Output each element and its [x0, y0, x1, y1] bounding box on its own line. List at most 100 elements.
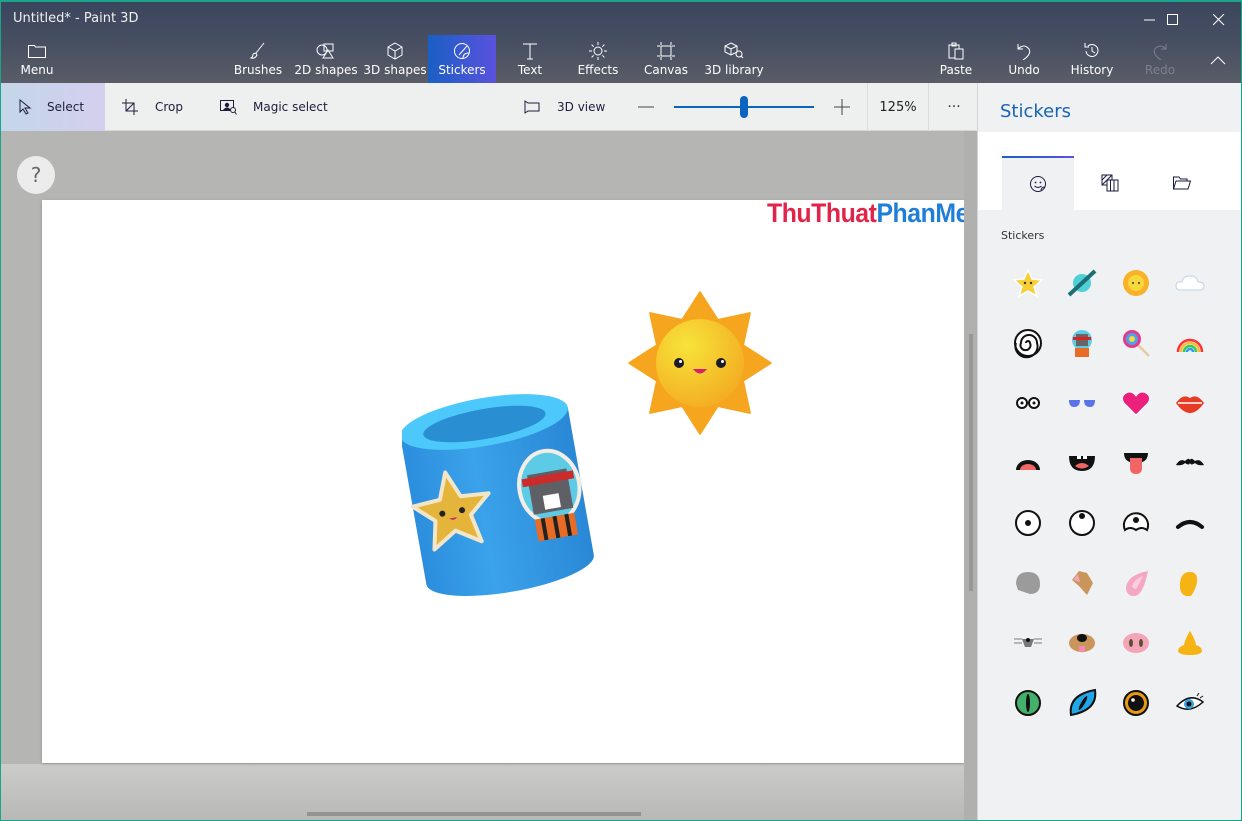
menu-label: Menu: [20, 63, 54, 77]
zoom-in-button[interactable]: [833, 83, 851, 131]
drawing-canvas[interactable]: [42, 200, 964, 763]
sticker-blue-cat-eye[interactable]: [1055, 673, 1109, 733]
sticker-heart[interactable]: [1109, 373, 1163, 433]
select-tool-button[interactable]: Select: [1, 83, 105, 131]
sticker-tongue-mouth[interactable]: [1109, 433, 1163, 493]
redo-button[interactable]: Redo: [1139, 35, 1181, 83]
undo-button[interactable]: Undo: [1003, 35, 1045, 83]
sticker-gray-ear[interactable]: [1001, 553, 1055, 613]
star-icon: [1012, 268, 1044, 298]
sticker-human-nose[interactable]: [1163, 613, 1217, 673]
glasses-icon: [1016, 397, 1040, 409]
3d-cylinder-object[interactable]: [402, 385, 602, 605]
stickers-panel: Stickers Stickers: [977, 83, 1241, 820]
maximize-button[interactable]: [1150, 6, 1196, 34]
sticker-rainbow[interactable]: [1163, 313, 1217, 373]
sticker-eyebrow[interactable]: [1163, 493, 1217, 553]
sticker-human-ear[interactable]: [1163, 553, 1217, 613]
magic-select-icon: [220, 99, 237, 115]
paste-button[interactable]: Paste: [934, 35, 978, 83]
tool-label: Text: [517, 63, 543, 77]
tool-3d-library[interactable]: 3D library: [704, 35, 764, 83]
more-options-button[interactable]: ···: [943, 83, 965, 131]
zoom-out-button[interactable]: [637, 83, 655, 131]
tab-textures[interactable]: [1074, 156, 1146, 210]
sticker-tabs: [978, 132, 1241, 210]
open-mouth-icon: [1016, 460, 1040, 470]
action-label: Paste: [939, 63, 973, 77]
tool-canvas[interactable]: Canvas: [641, 35, 691, 83]
magic-select-button[interactable]: Magic select: [220, 83, 328, 131]
texture-icon: [1101, 174, 1119, 192]
tool-3d-shapes[interactable]: 3D shapes: [363, 35, 427, 83]
tool-label: 2D shapes: [294, 63, 358, 77]
close-button[interactable]: [1196, 6, 1241, 34]
sun-icon: [1123, 270, 1149, 296]
sticker-smile-mouth[interactable]: [1055, 433, 1109, 493]
heart-icon: [1121, 391, 1151, 416]
folder-open-icon: [1173, 176, 1191, 190]
sticker-cloud[interactable]: [1163, 253, 1217, 313]
sticker-sunglasses[interactable]: [1055, 373, 1109, 433]
sticker-eye-up[interactable]: [1055, 493, 1109, 553]
pig-nose-icon: [1123, 633, 1149, 653]
dog-ear-icon: [1072, 571, 1093, 595]
tool-label: Brushes: [233, 63, 283, 77]
vertical-scroll-thumb[interactable]: [969, 334, 973, 591]
sun-sticker-object[interactable]: [619, 282, 781, 444]
cursor-icon: [19, 99, 32, 115]
sticker-eye-center[interactable]: [1001, 493, 1055, 553]
sticker-mustache[interactable]: [1163, 433, 1217, 493]
sticker-dog-ear[interactable]: [1055, 553, 1109, 613]
title-ribbon-bar: Untitled* - Paint 3D Menu Brushes 2D sha…: [1, 2, 1241, 83]
sticker-orange-eye[interactable]: [1109, 673, 1163, 733]
tool-2d-shapes[interactable]: 2D shapes: [294, 35, 358, 83]
collapse-ribbon-button[interactable]: [1195, 46, 1241, 74]
sticker-pink-ear[interactable]: [1109, 553, 1163, 613]
tool-stickers[interactable]: Stickers: [428, 35, 496, 83]
sticker-green-cat-eye[interactable]: [1001, 673, 1055, 733]
minus-icon: [638, 106, 654, 108]
action-label: Undo: [1008, 63, 1040, 77]
sticker-star[interactable]: [1001, 253, 1055, 313]
sticker-icon: [454, 43, 470, 59]
tongue-mouth-icon: [1124, 453, 1148, 474]
horizontal-scroll-thumb[interactable]: [307, 812, 641, 816]
sticker-mouse-nose[interactable]: [1001, 613, 1055, 673]
crop-button[interactable]: Crop: [122, 83, 183, 131]
redo-icon: [1153, 44, 1167, 60]
panel-title: Stickers: [1000, 101, 1072, 122]
sticker-astronaut-cat[interactable]: [1055, 313, 1109, 373]
gray-ear-icon: [1016, 572, 1040, 594]
sticker-blue-eye-lash[interactable]: [1163, 673, 1217, 733]
zoom-slider[interactable]: [674, 83, 814, 131]
sticker-spiral[interactable]: [1001, 313, 1055, 373]
sticker-planet[interactable]: [1055, 253, 1109, 313]
sticker-lips[interactable]: [1163, 373, 1217, 433]
tool-effects[interactable]: Effects: [573, 35, 623, 83]
astronaut-cat-icon: [1072, 330, 1092, 357]
vertical-scrollbar[interactable]: [964, 131, 977, 820]
sticker-lollipop[interactable]: [1109, 313, 1163, 373]
sticker-sun[interactable]: [1109, 253, 1163, 313]
zoom-slider-thumb[interactable]: [740, 96, 748, 118]
sticker-dog-nose[interactable]: [1055, 613, 1109, 673]
tool-brushes[interactable]: Brushes: [231, 35, 285, 83]
tab-stickers[interactable]: [1002, 156, 1074, 210]
sticker-pig-nose[interactable]: [1109, 613, 1163, 673]
tool-label: Effects: [577, 63, 619, 77]
sticker-glasses[interactable]: [1001, 373, 1055, 433]
undo-icon: [1017, 44, 1031, 60]
tool-text[interactable]: Text: [507, 35, 553, 83]
3d-view-label: 3D view: [557, 100, 606, 114]
zoom-percentage[interactable]: 125%: [867, 83, 929, 131]
tab-custom-folder[interactable]: [1146, 156, 1218, 210]
help-button[interactable]: ?: [17, 156, 55, 194]
history-button[interactable]: History: [1067, 35, 1117, 83]
menu-button[interactable]: Menu: [9, 35, 65, 83]
chevron-up-icon: [1210, 56, 1226, 65]
3d-view-button[interactable]: 3D view: [524, 83, 605, 131]
zoom-slider-track[interactable]: [674, 83, 814, 131]
sticker-open-mouth[interactable]: [1001, 433, 1055, 493]
sticker-eye-worried[interactable]: [1109, 493, 1163, 553]
